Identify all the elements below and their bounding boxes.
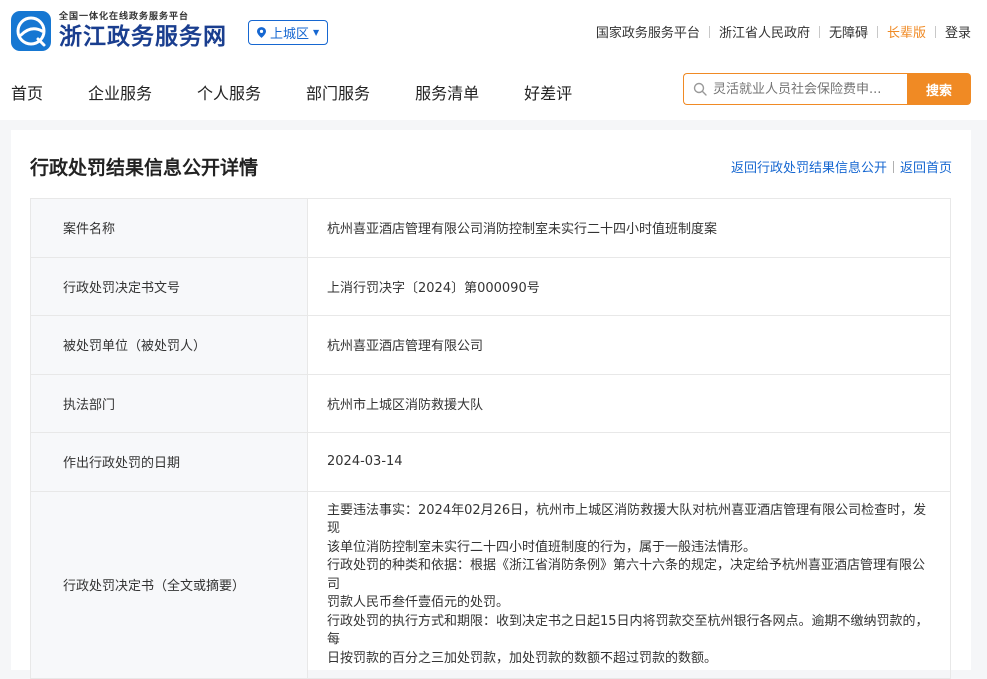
table-row: 案件名称 杭州喜亚酒店管理有限公司消防控制室未实行二十四小时值班制度案: [30, 198, 951, 258]
nav-service-list[interactable]: 服务清单: [415, 80, 479, 104]
login-link[interactable]: 登录: [945, 22, 971, 41]
search-bar: 搜索: [683, 73, 971, 105]
decision-text-line: 行政处罚的种类和依据：根据《浙江省消防条例》第六十六条的规定，决定给予杭州喜亚酒…: [327, 558, 926, 592]
table-row: 被处罚单位（被处罚人） 杭州喜亚酒店管理有限公司: [30, 315, 951, 375]
field-value-case-name: 杭州喜亚酒店管理有限公司消防控制室未实行二十四小时值班制度案: [307, 198, 951, 258]
nav-personal[interactable]: 个人服务: [197, 80, 261, 104]
field-value-enforcement-department: 杭州市上城区消防救援大队: [307, 373, 951, 433]
breadcrumb-links: 返回行政处罚结果信息公开 返回首页: [731, 157, 952, 176]
back-to-list-link[interactable]: 返回行政处罚结果信息公开: [731, 157, 887, 176]
table-row: 行政处罚决定书（全文或摘要） 主要违法事实：2024年02月26日，杭州市上城区…: [30, 490, 951, 679]
nav-rating[interactable]: 好差评: [524, 80, 572, 104]
nav-departments[interactable]: 部门服务: [306, 80, 370, 104]
nav-home[interactable]: 首页: [11, 80, 43, 104]
logo-emblem-icon: [11, 11, 51, 51]
link-national-platform[interactable]: 国家政务服务平台: [596, 22, 700, 41]
detail-table: 案件名称 杭州喜亚酒店管理有限公司消防控制室未实行二十四小时值班制度案 行政处罚…: [30, 198, 951, 679]
logo-subtitle: 全国一体化在线政务服务平台: [59, 12, 190, 22]
field-label-enforcement-department: 执法部门: [30, 373, 308, 433]
decision-text-line: 罚款人民币叁仟壹佰元的处罚。: [327, 595, 510, 610]
region-label: 上城区: [270, 27, 310, 42]
table-row: 行政处罚决定书文号 上消行罚决字〔2024〕第000090号: [30, 256, 951, 316]
divider: [876, 25, 878, 38]
field-value-decision-text: 主要违法事实：2024年02月26日，杭州市上城区消防救援大队对杭州喜亚酒店管理…: [307, 490, 951, 679]
search-button[interactable]: 搜索: [907, 73, 971, 105]
field-value-decision-date: 2024-03-14: [307, 432, 951, 492]
field-label-decision-date: 作出行政处罚的日期: [30, 432, 308, 492]
decision-text-line: 该单位消防控制室未实行二十四小时值班制度的行为，属于一般违法情形。: [327, 539, 757, 555]
location-pin-icon: [257, 27, 266, 38]
search-icon: [693, 82, 707, 96]
table-row: 执法部门 杭州市上城区消防救援大队: [30, 373, 951, 433]
main-nav: 首页 企业服务 个人服务 部门服务 服务清单 好差评: [11, 80, 617, 104]
search-input[interactable]: [713, 81, 903, 97]
divider: [934, 25, 936, 38]
field-label-decision-number: 行政处罚决定书文号: [30, 256, 308, 316]
site-logo[interactable]: 全国一体化在线政务服务平台 浙江政务服务网: [11, 11, 227, 51]
field-value-decision-number: 上消行罚决字〔2024〕第000090号: [307, 256, 951, 316]
decision-text-line: 行政处罚的执行方式和期限：收到决定书之日起15日内将罚款交至杭州银行各网点。逾期…: [327, 613, 929, 648]
top-bar: 全国一体化在线政务服务平台 浙江政务服务网 上城区 ▼ 国家政务服务平台 浙江省…: [0, 0, 987, 120]
top-links: 国家政务服务平台 浙江省人民政府 无障碍 长辈版 登录: [596, 22, 971, 41]
divider: [818, 25, 820, 38]
detail-card: 行政处罚结果信息公开详情 返回行政处罚结果信息公开 返回首页 案件名称 杭州喜亚…: [11, 130, 971, 679]
detail-header: 行政处罚结果信息公开详情 返回行政处罚结果信息公开 返回首页: [11, 130, 971, 198]
table-row: 作出行政处罚的日期 2024-03-14: [30, 432, 951, 492]
field-label-case-name: 案件名称: [30, 198, 308, 258]
link-accessibility[interactable]: 无障碍: [829, 22, 868, 41]
field-label-decision-text: 行政处罚决定书（全文或摘要）: [30, 490, 308, 679]
logo-title: 浙江政务服务网: [59, 23, 227, 50]
region-selector[interactable]: 上城区 ▼: [248, 20, 329, 45]
caret-down-icon: ▼: [313, 28, 320, 37]
back-home-link[interactable]: 返回首页: [900, 157, 952, 176]
divider: [708, 25, 710, 38]
nav-enterprise[interactable]: 企业服务: [88, 80, 152, 104]
divider: [892, 160, 894, 173]
link-provincial-government[interactable]: 浙江省人民政府: [719, 22, 810, 41]
field-value-penalized-party: 杭州喜亚酒店管理有限公司: [307, 315, 951, 375]
field-label-penalized-party: 被处罚单位（被处罚人）: [30, 315, 308, 375]
search-box[interactable]: [683, 73, 907, 105]
link-elder-mode[interactable]: 长辈版: [887, 22, 926, 41]
decision-text-line: 日按罚款的百分之三加处罚款，加处罚款的数额不超过罚款的数额。: [327, 650, 718, 666]
decision-text-line: 主要违法事实：2024年02月26日，杭州市上城区消防救援大队对杭州喜亚酒店管理…: [327, 502, 927, 537]
page-title: 行政处罚结果信息公开详情: [30, 157, 259, 179]
